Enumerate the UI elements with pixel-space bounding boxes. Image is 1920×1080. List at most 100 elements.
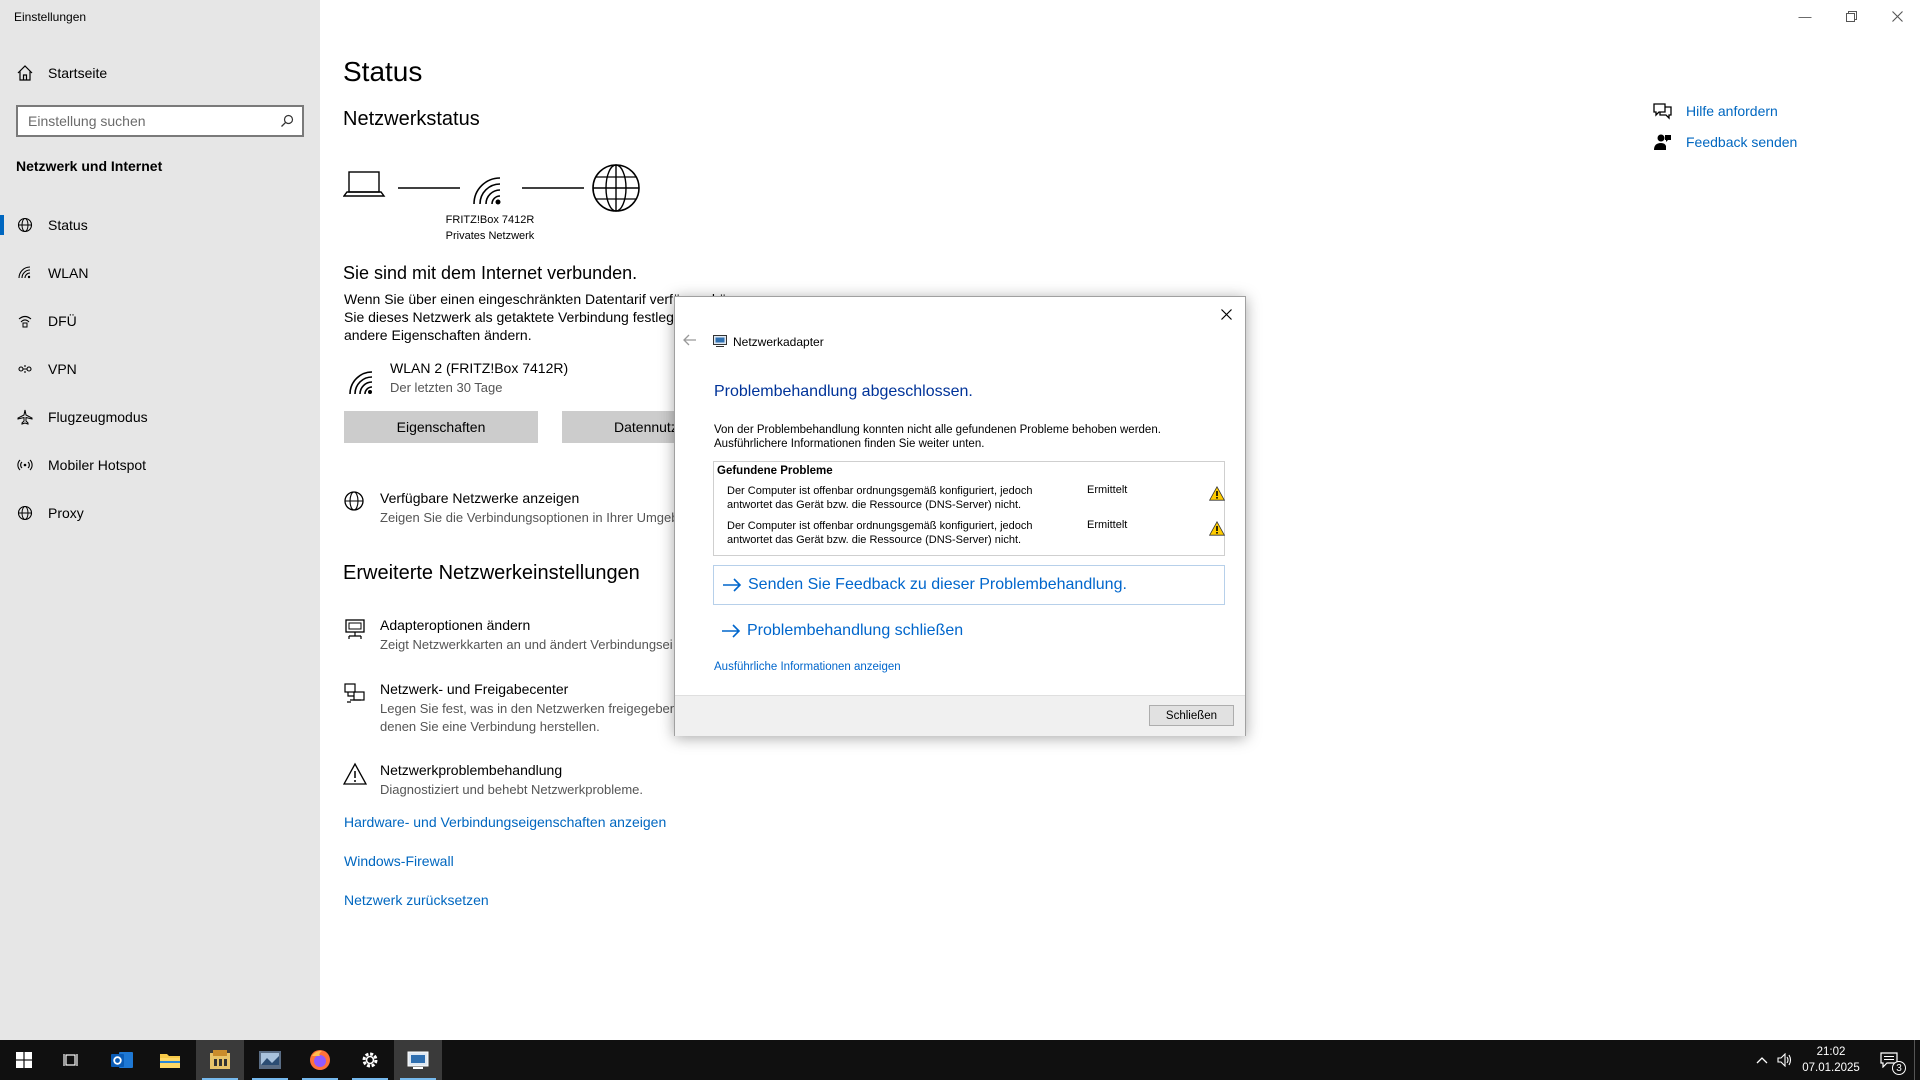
- close-dialog-button[interactable]: Schließen: [1149, 705, 1234, 726]
- problem-row[interactable]: Der Computer ist offenbar ordnungsgemäß …: [727, 484, 1225, 516]
- sidebar-item-label: Flugzeugmodus: [48, 409, 148, 425]
- problem-row[interactable]: Der Computer ist offenbar ordnungsgemäß …: [727, 519, 1225, 551]
- get-help-link[interactable]: Hilfe anfordern: [1652, 102, 1778, 120]
- task-view-icon: [63, 1054, 78, 1066]
- taskbar-file-explorer[interactable]: [146, 1040, 194, 1080]
- taskbar-settings[interactable]: [346, 1040, 394, 1080]
- description-line: Ausführlichere Informationen finden Sie …: [714, 438, 985, 450]
- home-label: Startseite: [48, 65, 108, 81]
- taskbar-clock[interactable]: 21:02 07.01.2025: [1796, 1044, 1866, 1076]
- problem-status: Ermittelt: [1087, 484, 1128, 496]
- close-icon: [1891, 10, 1903, 22]
- settings-search-box[interactable]: [16, 105, 304, 137]
- problem-line: antwortet das Gerät bzw. die Ressource (…: [727, 534, 1022, 546]
- sidebar-item-label: WLAN: [48, 265, 89, 281]
- app-icon: [259, 1051, 281, 1069]
- chevron-up-icon: [1756, 1057, 1768, 1064]
- detailed-info-link[interactable]: Ausführliche Informationen anzeigen: [714, 661, 901, 673]
- windows-firewall-link[interactable]: Windows-Firewall: [344, 853, 454, 869]
- warning-icon: [1209, 521, 1225, 536]
- network-status-heading: Netzwerkstatus: [343, 108, 480, 130]
- laptop-icon: [343, 171, 386, 197]
- found-problems-box: Gefundene Probleme Der Computer ist offe…: [713, 461, 1225, 556]
- folder-icon: [160, 1054, 180, 1068]
- problem-text: Der Computer ist offenbar ordnungsgemäß …: [727, 519, 1067, 547]
- problem-line: Der Computer ist offenbar ordnungsgemäß …: [727, 485, 1033, 497]
- volume-button[interactable]: [1774, 1040, 1796, 1080]
- clock-time: 21:02: [1816, 1046, 1846, 1058]
- windows-logo-icon: [16, 1052, 32, 1068]
- start-button[interactable]: [0, 1040, 48, 1080]
- link-description: Zeigt Netzwerkkarten an und ändert Verbi…: [380, 637, 673, 652]
- network-adapter-icon: [345, 619, 365, 639]
- arrow-right-icon: [723, 578, 742, 592]
- show-desktop-divider[interactable]: [1914, 1040, 1915, 1080]
- dialog-close-button[interactable]: [1215, 303, 1237, 325]
- problem-text: Der Computer ist offenbar ordnungsgemäß …: [727, 484, 1067, 512]
- hardware-properties-link[interactable]: Hardware- und Verbindungseigenschaften a…: [344, 814, 666, 830]
- gear-icon: [362, 1052, 378, 1068]
- restore-icon: [1845, 10, 1857, 22]
- dialog-title: Netzwerkadapter: [733, 335, 824, 349]
- link-description: Diagnostiziert und behebt Netzwerkproble…: [380, 782, 644, 797]
- minimize-button[interactable]: —: [1782, 0, 1828, 32]
- sidebar-item-label: Proxy: [48, 505, 84, 521]
- send-feedback-link[interactable]: Feedback senden: [1652, 133, 1797, 151]
- taskbar-app-1[interactable]: [196, 1040, 244, 1080]
- show-hidden-icons-button[interactable]: [1752, 1040, 1772, 1080]
- close-window-button[interactable]: [1874, 0, 1920, 32]
- action-label: Senden Sie Feedback zu dieser Problembeh…: [748, 576, 1127, 593]
- sidebar-item-airplane-mode[interactable]: Flugzeugmodus: [0, 397, 320, 437]
- taskbar-outlook[interactable]: [98, 1040, 146, 1080]
- network-reset-link[interactable]: Netzwerk zurücksetzen: [344, 892, 489, 908]
- notifications-button[interactable]: 3: [1872, 1040, 1906, 1080]
- app-title: Einstellungen: [14, 10, 87, 24]
- sharing-center-icon: [344, 683, 365, 703]
- sidebar-item-dfu[interactable]: DFÜ: [0, 301, 320, 341]
- sidebar-item-vpn[interactable]: VPN: [0, 349, 320, 389]
- sidebar-item-label: VPN: [48, 361, 77, 377]
- taskbar-troubleshooter[interactable]: [394, 1040, 442, 1080]
- router-name: FRITZ!Box 7412R: [445, 214, 535, 226]
- search-input[interactable]: [28, 112, 268, 130]
- internet-globe-icon: [592, 164, 640, 212]
- sidebar-item-wlan[interactable]: WLAN: [0, 253, 320, 293]
- back-button[interactable]: [683, 333, 697, 349]
- taskbar-firefox[interactable]: [296, 1040, 344, 1080]
- home-link[interactable]: Startseite: [16, 62, 107, 84]
- wlan-name: WLAN 2 (FRITZ!Box 7412R): [390, 360, 569, 376]
- hotspot-icon: [16, 456, 34, 474]
- dialup-icon: [16, 312, 34, 330]
- notification-count-badge: 3: [1892, 1061, 1906, 1075]
- taskbar: 21:02 07.01.2025 3: [0, 1040, 1920, 1080]
- back-arrow-icon: [683, 334, 696, 346]
- link-description: Zeigen Sie die Verbindungsoptionen in Ih…: [380, 510, 679, 525]
- sidebar-item-label: Mobiler Hotspot: [48, 457, 147, 473]
- sidebar: Startseite Netzwerk und Internet Status …: [0, 0, 320, 1040]
- vpn-icon: [16, 360, 34, 378]
- title-bar: Einstellungen —: [0, 0, 1920, 32]
- problem-line: Der Computer ist offenbar ordnungsgemäß …: [727, 520, 1033, 532]
- globe-icon: [16, 216, 34, 234]
- send-feedback-action[interactable]: Senden Sie Feedback zu dieser Problembeh…: [713, 565, 1225, 605]
- sidebar-item-proxy[interactable]: Proxy: [0, 493, 320, 533]
- problem-line: antwortet das Gerät bzw. die Ressource (…: [727, 499, 1022, 511]
- problem-status: Ermittelt: [1087, 519, 1128, 531]
- wifi-icon: [349, 371, 373, 395]
- sidebar-item-mobile-hotspot[interactable]: Mobiler Hotspot: [0, 445, 320, 485]
- wifi-icon: [16, 264, 34, 282]
- advanced-settings-heading: Erweiterte Netzwerkeinstellungen: [343, 562, 640, 584]
- description-line: Legen Sie fest, was in den Netzwerken fr…: [380, 701, 678, 716]
- taskbar-app-2[interactable]: [246, 1040, 294, 1080]
- data-usage-button[interactable]: Datennutz: [562, 411, 674, 443]
- close-icon: [1220, 308, 1232, 320]
- clock-date: 07.01.2025: [1802, 1062, 1860, 1074]
- wifi-router-icon: [473, 177, 501, 205]
- restore-button[interactable]: [1828, 0, 1874, 32]
- dialog-description: Von der Problembehandlung konnten nicht …: [714, 423, 1214, 451]
- close-troubleshooter-action[interactable]: Problembehandlung schließen: [713, 611, 1225, 651]
- arrow-right-icon: [722, 624, 741, 638]
- task-view-button[interactable]: [48, 1040, 96, 1080]
- sidebar-item-status[interactable]: Status: [0, 205, 320, 245]
- properties-button[interactable]: Eigenschaften: [344, 411, 538, 443]
